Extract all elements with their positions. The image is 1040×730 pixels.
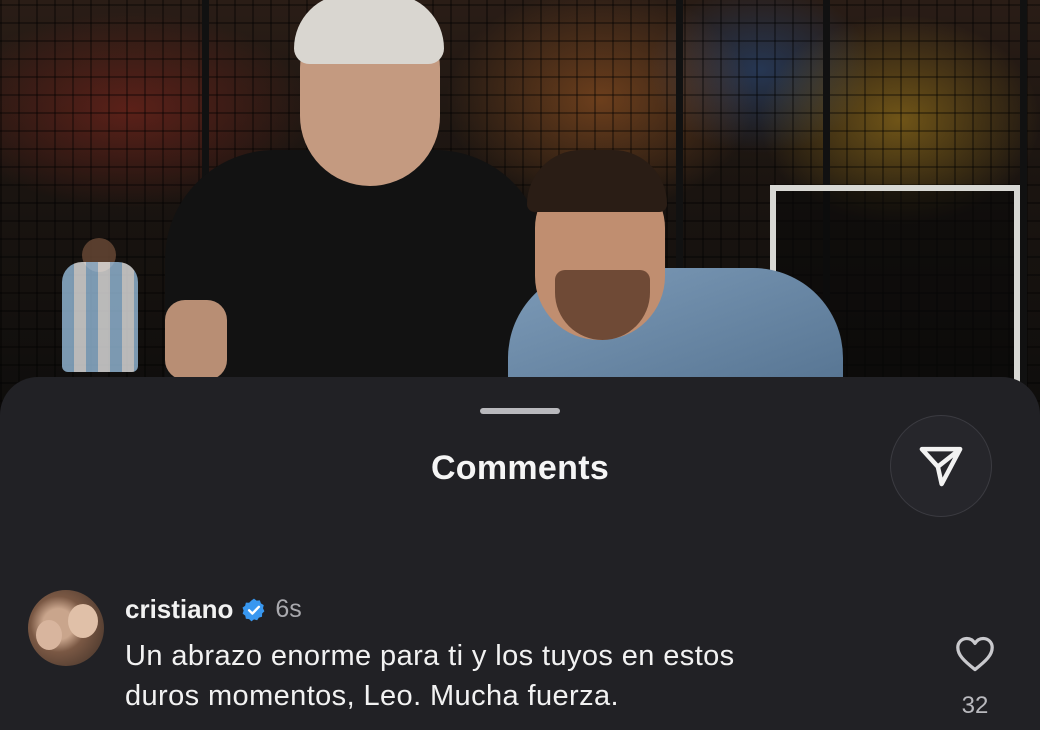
net-pole	[1020, 0, 1027, 420]
comments-sheet: Comments cristiano 6s Un abrazo enorme p…	[0, 377, 1040, 730]
heart-icon[interactable]	[955, 636, 995, 672]
share-button[interactable]	[890, 415, 992, 517]
avatar[interactable]	[28, 590, 104, 666]
sheet-title: Comments	[430, 449, 610, 487]
comment-text-line: Un abrazo enorme para ti y los tuyos en …	[125, 640, 735, 672]
comment-text-line: duros momentos, Leo. Mucha fuerza.	[125, 680, 619, 712]
like-count: 32	[961, 692, 989, 719]
comment-item: cristiano 6s Un abrazo enorme para ti y …	[0, 590, 1040, 730]
verified-badge-icon	[242, 598, 265, 621]
post-photo	[0, 0, 1040, 420]
background-person	[62, 262, 138, 372]
comment-text: Un abrazo enorme para ti y los tuyos en …	[125, 636, 885, 716]
comment-meta: cristiano 6s	[125, 594, 302, 625]
comment-time: 6s	[275, 595, 302, 623]
older-man-hair	[294, 0, 444, 64]
sheet-drag-handle[interactable]	[480, 408, 560, 414]
username[interactable]: cristiano	[125, 594, 233, 625]
send-icon	[919, 446, 963, 487]
older-man-arm	[165, 300, 227, 380]
